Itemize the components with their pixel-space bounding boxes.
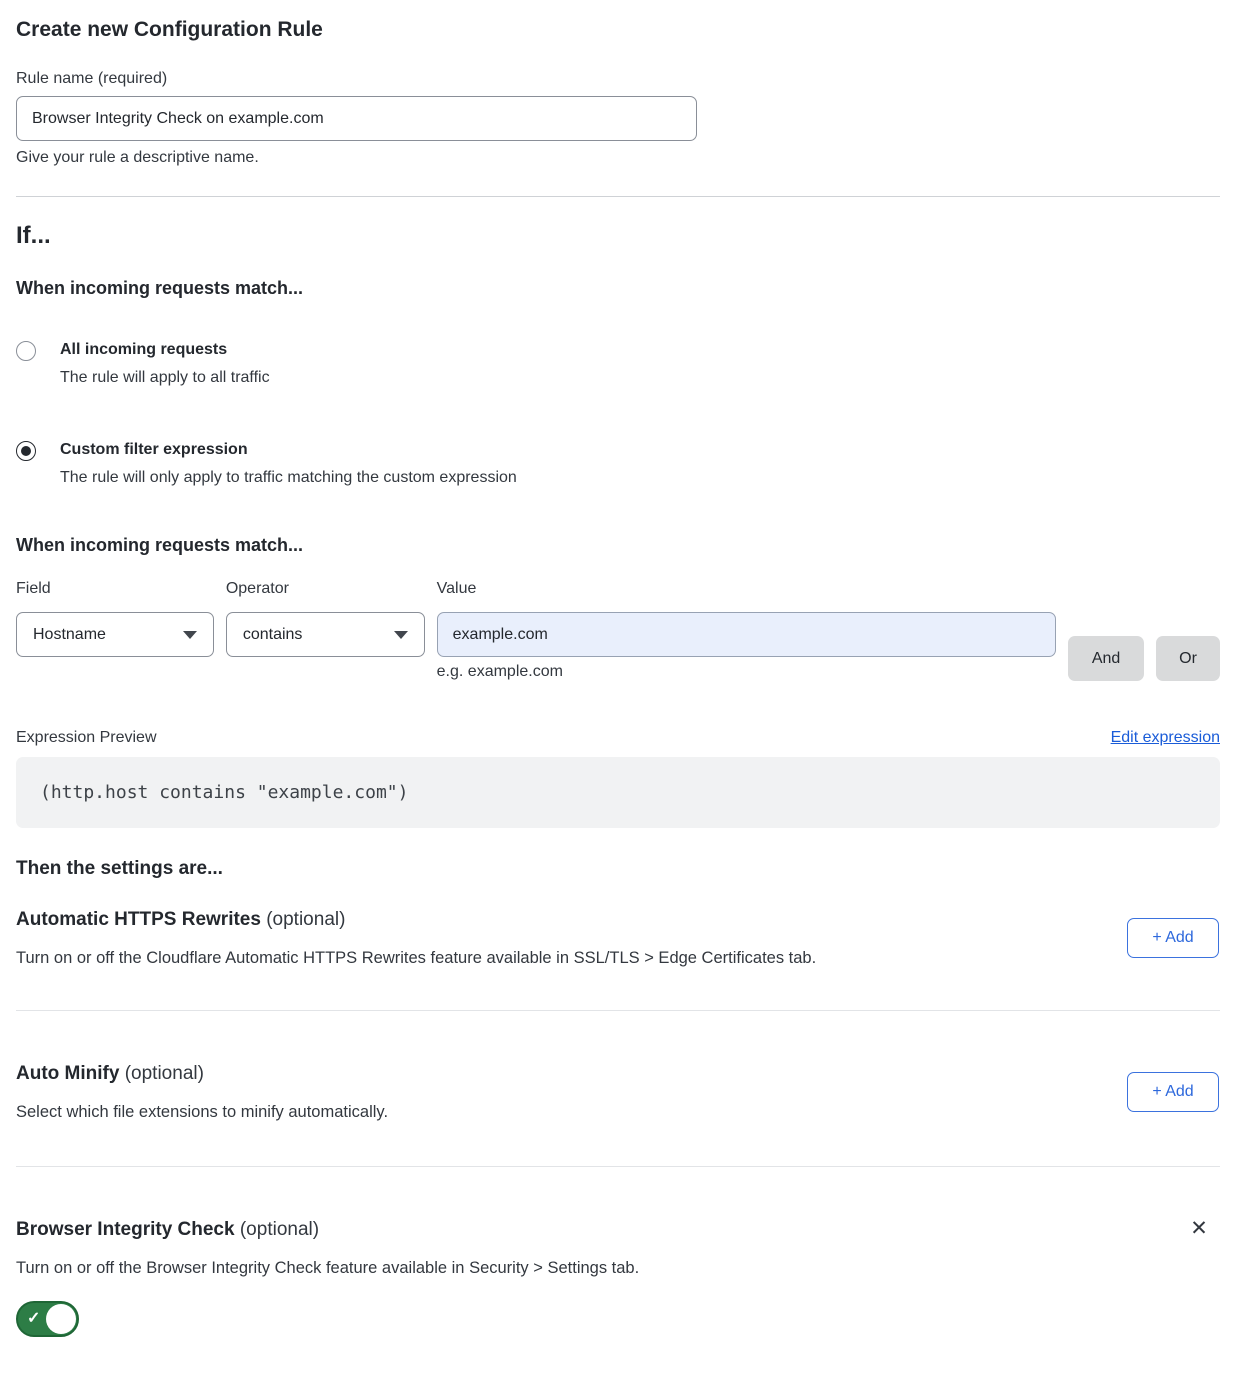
rule-name-helper: Give your rule a descriptive name. [16, 149, 1220, 167]
then-settings-heading: Then the settings are... [16, 858, 1220, 880]
radio-option-all-requests[interactable]: All incoming requests The rule will appl… [16, 339, 1220, 389]
expression-preview-label: Expression Preview [16, 729, 157, 747]
operator-select[interactable]: contains [226, 612, 425, 657]
setting-title-text: Automatic HTTPS Rewrites [16, 909, 261, 930]
value-helper: e.g. example.com [437, 663, 1056, 681]
edit-expression-link[interactable]: Edit expression [1111, 729, 1220, 747]
radio-button-unchecked[interactable] [16, 341, 36, 361]
operator-label: Operator [226, 580, 425, 598]
setting-description: Turn on or off the Browser Integrity Che… [16, 1259, 1016, 1278]
section-divider [16, 1010, 1220, 1011]
setting-title: Browser Integrity Check (optional) [16, 1219, 1220, 1241]
add-automatic-https-rewrites-button[interactable]: + Add [1127, 918, 1219, 958]
setting-optional-text: (optional) [125, 1063, 204, 1084]
add-auto-minify-button[interactable]: + Add [1127, 1072, 1219, 1112]
setting-title: Auto Minify (optional) [16, 1063, 1220, 1085]
close-icon[interactable]: ✕ [1187, 1217, 1211, 1241]
setting-title: Automatic HTTPS Rewrites (optional) [16, 909, 1220, 931]
setting-row-automatic-https-rewrites: Automatic HTTPS Rewrites (optional) Turn… [16, 909, 1220, 968]
setting-row-browser-integrity-check: Browser Integrity Check (optional) Turn … [16, 1219, 1220, 1337]
setting-optional-text: (optional) [266, 909, 345, 930]
and-button[interactable]: And [1068, 636, 1144, 681]
rule-name-label: Rule name (required) [16, 70, 1220, 88]
radio-label: Custom filter expression [60, 439, 517, 461]
expression-preview-code: (http.host contains "example.com") [16, 757, 1220, 828]
section-divider [16, 196, 1220, 197]
setting-description: Turn on or off the Cloudflare Automatic … [16, 949, 1016, 968]
section-divider [16, 1166, 1220, 1167]
field-label: Field [16, 580, 214, 598]
chevron-down-icon [183, 631, 197, 639]
page-title: Create new Configuration Rule [16, 18, 1220, 42]
field-selected-value: Hostname [33, 626, 106, 644]
match-type-heading: When incoming requests match... [16, 278, 1220, 299]
radio-label: All incoming requests [60, 339, 270, 361]
setting-title-text: Browser Integrity Check [16, 1219, 235, 1240]
setting-description: Select which file extensions to minify a… [16, 1103, 1016, 1122]
value-label: Value [437, 580, 1056, 598]
value-input[interactable] [437, 612, 1056, 657]
checkmark-icon: ✓ [27, 1308, 40, 1328]
setting-optional-text: (optional) [240, 1219, 319, 1240]
radio-button-checked[interactable] [16, 441, 36, 461]
or-button[interactable]: Or [1156, 636, 1220, 681]
expression-builder-heading: When incoming requests match... [16, 535, 1220, 556]
radio-description: The rule will apply to all traffic [60, 367, 270, 389]
expression-builder-row: Field Hostname Operator contains Value e… [16, 580, 1220, 681]
setting-row-auto-minify: Auto Minify (optional) Select which file… [16, 1063, 1220, 1122]
field-select[interactable]: Hostname [16, 612, 214, 657]
chevron-down-icon [394, 631, 408, 639]
if-heading: If... [16, 222, 1220, 250]
radio-description: The rule will only apply to traffic matc… [60, 467, 517, 489]
browser-integrity-check-toggle[interactable]: ✓ [16, 1301, 79, 1337]
toggle-knob [46, 1304, 76, 1334]
expression-preview-header: Expression Preview Edit expression [16, 729, 1220, 747]
create-configuration-rule-page: Create new Configuration Rule Rule name … [0, 0, 1237, 1351]
rule-name-input[interactable] [16, 96, 697, 141]
radio-option-custom-filter[interactable]: Custom filter expression The rule will o… [16, 439, 1220, 489]
operator-selected-value: contains [243, 626, 303, 644]
setting-title-text: Auto Minify [16, 1063, 119, 1084]
